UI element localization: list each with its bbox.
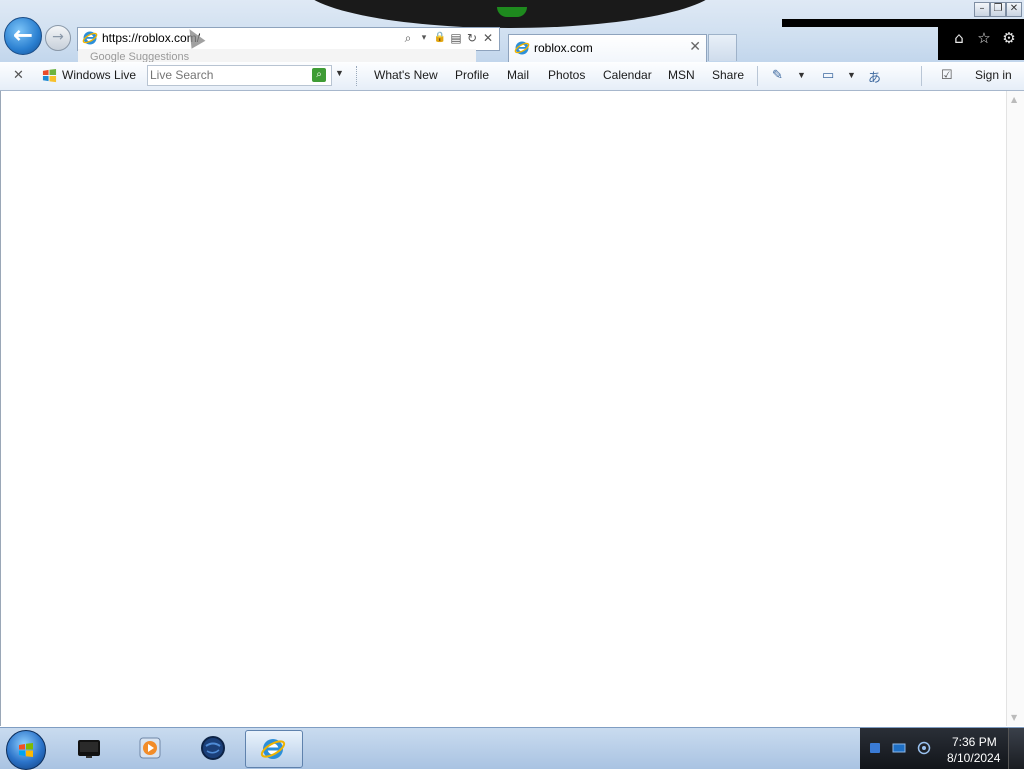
tab-roblox[interactable]: roblox.com ✕: [508, 34, 707, 62]
clock-date[interactable]: 8/10/2024: [947, 751, 1000, 765]
checkbox-icon[interactable]: ☑: [941, 67, 953, 83]
battery-icon[interactable]: [892, 741, 906, 755]
sign-in-link[interactable]: Sign in: [975, 68, 1012, 82]
scroll-down-icon[interactable]: ▼: [1011, 713, 1017, 722]
network-icon[interactable]: [868, 741, 882, 755]
show-desktop-button[interactable]: [1008, 728, 1024, 769]
windows-live-label[interactable]: Windows Live: [62, 68, 136, 82]
start-button[interactable]: [6, 730, 46, 770]
translate-icon[interactable]: あ: [868, 67, 881, 86]
search-options-dropdown-icon[interactable]: ▼: [335, 68, 344, 78]
toolbar-divider: [757, 66, 758, 86]
nav-share[interactable]: Share: [712, 68, 744, 82]
nav-calendar[interactable]: Calendar: [603, 68, 652, 82]
new-tab-button[interactable]: [708, 34, 737, 61]
home-icon[interactable]: ⌂: [950, 29, 968, 47]
nav-msn[interactable]: MSN: [668, 68, 695, 82]
scroll-up-icon[interactable]: ▲: [1011, 95, 1017, 104]
nav-profile[interactable]: Profile: [455, 68, 489, 82]
back-button[interactable]: ←: [4, 17, 42, 55]
forward-button[interactable]: →: [45, 25, 71, 51]
window-icon[interactable]: ▭: [822, 67, 834, 83]
internet-explorer-icon: [82, 31, 98, 45]
taskbar-media-center[interactable]: [60, 730, 116, 766]
windows-logo-icon: [19, 743, 33, 757]
toolbar-divider: [356, 66, 357, 86]
page-content[interactable]: [0, 91, 1007, 726]
lock-icon[interactable]: 🔒: [433, 30, 447, 46]
windows-live-toolbar: ✕ Windows Live ⌕ ▼ What's New Profile Ma…: [0, 62, 1024, 91]
vertical-scrollbar[interactable]: ▲ ▼: [1006, 91, 1024, 726]
clock-time[interactable]: 7:36 PM: [952, 735, 997, 749]
tools-gear-icon[interactable]: ⚙: [1000, 29, 1018, 47]
favorites-star-icon[interactable]: ☆: [975, 29, 993, 47]
nav-photos[interactable]: Photos: [548, 68, 585, 82]
live-search-box[interactable]: ⌕: [147, 65, 332, 86]
minimize-button[interactable]: –: [974, 2, 990, 17]
volume-icon[interactable]: [917, 741, 931, 755]
suggestions-label: Google Suggestions: [90, 51, 190, 62]
blog-it-icon[interactable]: ✎: [772, 67, 783, 83]
close-window-button[interactable]: ✕: [1006, 2, 1022, 17]
internet-explorer-icon: [514, 41, 530, 55]
taskbar-globe[interactable]: [184, 730, 240, 766]
address-bar[interactable]: https://roblox.com/ ⌕ ▾ 🔒 ▤ ↻ ✕: [77, 27, 500, 51]
window-dropdown-icon[interactable]: ▼: [847, 70, 856, 80]
stop-icon[interactable]: ✕: [481, 30, 495, 46]
taskbar-media-player[interactable]: [121, 730, 177, 766]
address-dropdown-icon[interactable]: ▾: [417, 30, 431, 46]
refresh-icon[interactable]: ↻: [465, 30, 479, 46]
taskbar-internet-explorer[interactable]: [245, 730, 303, 768]
media-center-icon: [78, 740, 100, 758]
suggestions-dropdown[interactable]: Google Suggestions: [78, 49, 476, 62]
toolbar-divider: [921, 66, 922, 86]
nav-whats-new[interactable]: What's New: [374, 68, 438, 82]
close-toolbar-icon[interactable]: ✕: [13, 67, 24, 83]
search-go-icon[interactable]: ⌕: [312, 68, 326, 82]
title-black-strip: [782, 19, 1024, 27]
nav-mail[interactable]: Mail: [507, 68, 529, 82]
tab-title: roblox.com: [534, 41, 593, 55]
live-search-input[interactable]: [150, 67, 300, 83]
search-icon[interactable]: ⌕: [401, 30, 415, 46]
globe-icon: [201, 736, 225, 760]
internet-explorer-icon: [260, 739, 286, 759]
restore-button[interactable]: ❐: [990, 2, 1006, 17]
windows-live-logo-icon: [42, 68, 57, 83]
media-player-icon: [139, 737, 161, 759]
browser-title-area: – ❐ ✕ ← → https://roblox.com/ ⌕ ▾ 🔒 ▤ ↻ …: [0, 0, 1024, 62]
taskbar: 7:36 PM 8/10/2024: [0, 727, 1024, 770]
blog-dropdown-icon[interactable]: ▼: [797, 70, 806, 80]
compatibility-view-icon[interactable]: ▤: [449, 30, 463, 46]
close-tab-icon[interactable]: ✕: [689, 39, 701, 55]
